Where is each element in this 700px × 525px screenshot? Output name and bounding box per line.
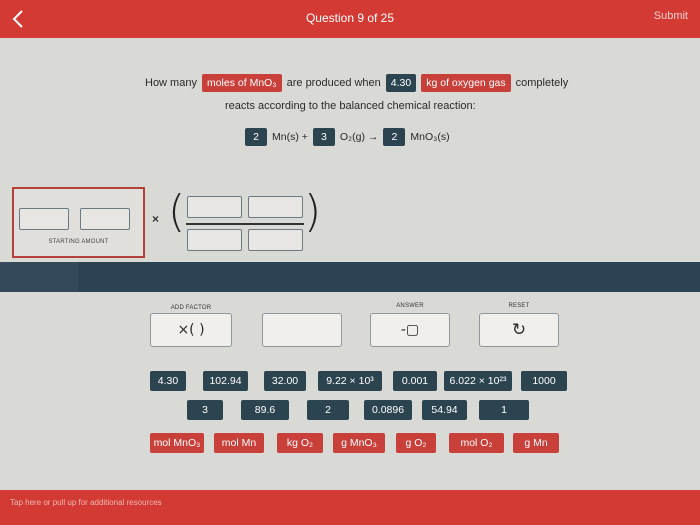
- divider-band-left: [0, 262, 78, 292]
- keypad-unit-button[interactable]: g Mn: [513, 433, 559, 453]
- close-paren: ): [304, 186, 322, 237]
- species-text: Mn(s) +: [272, 131, 308, 143]
- given-value-tag: 4.30: [385, 74, 417, 92]
- keypad-unit-button[interactable]: mol MnO₃: [150, 433, 204, 453]
- keypad-value-button[interactable]: 0.0896: [364, 400, 412, 420]
- numerator-value-slot[interactable]: [187, 196, 242, 218]
- question-text: completely: [515, 77, 569, 89]
- starting-amount-frame[interactable]: STARTING AMOUNT: [12, 187, 145, 258]
- blank-control[interactable]: [262, 313, 342, 347]
- submit-button[interactable]: Submit: [654, 10, 688, 22]
- resources-bar[interactable]: Tap here or pull up for additional resou…: [0, 490, 700, 525]
- keypad-value-button[interactable]: 54.94: [422, 400, 467, 420]
- keypad-value-button[interactable]: 0.001: [393, 371, 437, 391]
- balanced-equation: 2 Mn(s) + 3 O₂(g) → 2 MnO₃(s): [245, 128, 450, 146]
- keypad-value-button[interactable]: 9.22 × 10³: [318, 371, 382, 391]
- divider-band: [0, 262, 700, 292]
- keypad-value-button[interactable]: 2: [307, 400, 349, 420]
- keypad-value-button[interactable]: 6.022 × 10²³: [444, 371, 512, 391]
- coefficient-tag: 3: [312, 128, 335, 146]
- unknown-tag: moles of MnO₃: [201, 74, 282, 92]
- answer-label: ANSWER: [396, 303, 424, 309]
- species-text: O₂(g) →: [339, 131, 379, 143]
- keypad-value-button[interactable]: 3: [187, 400, 223, 420]
- reset-button[interactable]: ↻: [479, 313, 559, 347]
- keypad-value-button[interactable]: 1: [479, 400, 529, 420]
- keypad-unit-button[interactable]: g MnO₃: [333, 433, 385, 453]
- coefficient-tag: 2: [245, 128, 267, 146]
- keypad-unit-button[interactable]: kg O₂: [277, 433, 323, 453]
- keypad-value-button[interactable]: 1000: [521, 371, 567, 391]
- keypad-value-button[interactable]: 89.6: [241, 400, 289, 420]
- question-text: How many: [145, 77, 197, 89]
- question-counter: Question 9 of 25: [305, 11, 395, 25]
- open-paren: (: [168, 186, 186, 237]
- coefficient-tag: 2: [383, 128, 406, 146]
- starting-amount-label: STARTING AMOUNT: [48, 239, 109, 245]
- resources-hint[interactable]: Tap here or pull up for additional resou…: [10, 498, 162, 507]
- fraction-bar: [186, 223, 304, 225]
- question-line-1: How many moles of MnO₃ are produced when…: [145, 74, 568, 92]
- starting-value-slot[interactable]: [19, 208, 69, 230]
- add-factor-label: ADD FACTOR: [170, 305, 212, 311]
- keypad-value-button[interactable]: 32.00: [264, 371, 306, 391]
- keypad-unit-button[interactable]: mol O₂: [449, 433, 504, 453]
- answer-button[interactable]: -▢: [370, 313, 450, 347]
- denominator-value-slot[interactable]: [187, 229, 242, 251]
- top-bar: Question 9 of 25 Submit: [0, 0, 700, 38]
- numerator-unit-slot[interactable]: [248, 196, 303, 218]
- given-unit-tag: kg of oxygen gas: [421, 74, 511, 92]
- keypad-value-button[interactable]: 102.94: [203, 371, 248, 391]
- reset-label: RESET: [508, 303, 530, 309]
- question-text: are produced when: [286, 77, 381, 89]
- starting-unit-slot[interactable]: [80, 208, 130, 230]
- species-text: MnO₃(s): [410, 131, 450, 143]
- add-factor-button[interactable]: ×( ): [150, 313, 232, 347]
- keypad-unit-button[interactable]: g O₂: [396, 433, 436, 453]
- keypad-value-button[interactable]: 4.30: [150, 371, 186, 391]
- denominator-unit-slot[interactable]: [248, 229, 303, 251]
- question-line-2: reacts according to the balanced chemica…: [225, 100, 476, 112]
- multiply-sign: ×: [152, 212, 160, 226]
- keypad-unit-button[interactable]: mol Mn: [214, 433, 264, 453]
